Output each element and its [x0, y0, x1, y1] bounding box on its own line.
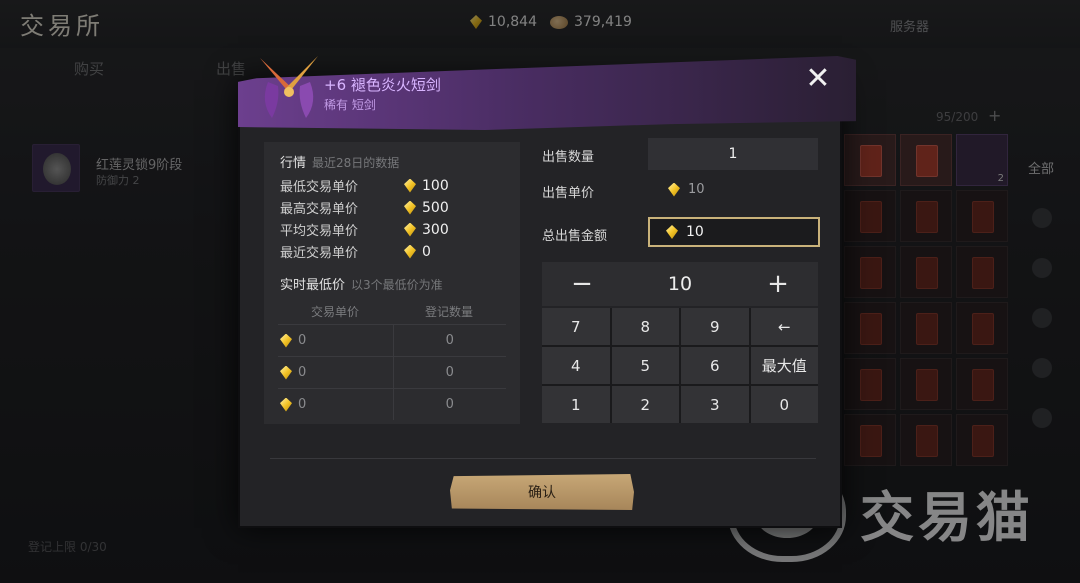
stat-label: 最近交易单价 [280, 246, 359, 261]
gem-icon [668, 182, 680, 197]
gem-icon [404, 222, 416, 237]
row-price: 0 [298, 397, 307, 412]
key-4[interactable]: 4 [542, 347, 610, 384]
gem-icon [280, 333, 292, 348]
sell-dialog: +6 褪色炎火短剑 稀有 短剑 ✕ 行情 最近28日的数据 最低交易单价 100 … [238, 56, 856, 528]
sell-quantity-field[interactable]: 1 [648, 138, 818, 170]
sword-icon [260, 56, 318, 118]
watermark-text: 交易猫 [860, 485, 1034, 549]
market-title: 行情 最近28日的数据 [280, 152, 399, 171]
gem-icon [404, 244, 416, 259]
gem-icon [280, 365, 292, 380]
stat-value: 100 [422, 177, 449, 194]
stat-min-price: 最低交易单价 100 [280, 176, 449, 196]
total-price-label: 总出售金额 [542, 229, 608, 244]
total-price-amount: 10 [686, 224, 704, 240]
market-panel: 行情 最近28日的数据 最低交易单价 100 最高交易单价 500 平均交易单价 … [264, 142, 520, 424]
realtime-title-label: 实时最低价 [280, 278, 346, 293]
lowest-price-table: 交易单价 登记数量 0 0 0 0 0 0 [278, 298, 506, 420]
market-title-label: 行情 [280, 156, 307, 171]
realtime-title: 实时最低价 以3个最低价为准 [280, 274, 443, 293]
minus-button[interactable]: − [542, 262, 622, 306]
stat-avg-price: 平均交易单价 300 [280, 220, 449, 240]
unit-price-label: 出售单价 [542, 186, 595, 201]
row-qty: 0 [445, 397, 454, 412]
item-name: +6 褪色炎火短剑 [324, 76, 441, 94]
sell-quantity-label: 出售数量 [542, 150, 595, 165]
stat-label: 最高交易单价 [280, 202, 359, 217]
keypad-value: 10 [667, 273, 693, 295]
key-3[interactable]: 3 [681, 386, 749, 423]
numeric-keypad: − 10 + 7 8 9 ← 4 5 6 最大值 1 2 3 0 [542, 262, 818, 423]
unit-price-value: 10 [668, 182, 705, 197]
row-price: 0 [298, 333, 307, 348]
keypad-stepper: − 10 + [542, 262, 818, 306]
gem-icon [280, 397, 292, 412]
gem-icon [666, 225, 678, 239]
realtime-hint: 以3个最低价为准 [351, 278, 443, 292]
table-row: 0 0 [278, 356, 506, 388]
column-header-qty: 登记数量 [424, 304, 473, 319]
stat-max-price: 最高交易单价 500 [280, 198, 449, 218]
stat-value: 0 [422, 243, 431, 260]
key-5[interactable]: 5 [611, 347, 679, 384]
gem-icon [404, 200, 416, 215]
key-6[interactable]: 6 [681, 347, 749, 384]
stat-value: 500 [422, 199, 449, 216]
key-8[interactable]: 8 [611, 308, 679, 345]
stat-label: 最低交易单价 [280, 180, 359, 195]
key-2[interactable]: 2 [611, 386, 679, 423]
column-header-price: 交易单价 [310, 304, 359, 319]
total-price-field[interactable]: 10 [648, 217, 820, 247]
row-qty: 0 [445, 333, 454, 348]
plus-button[interactable]: + [738, 262, 818, 306]
key-1[interactable]: 1 [542, 386, 610, 423]
table-row: 0 0 [278, 324, 506, 356]
backspace-button[interactable]: ← [750, 308, 818, 345]
key-9[interactable]: 9 [681, 308, 749, 345]
confirm-button[interactable]: 确认 [450, 474, 634, 510]
key-7[interactable]: 7 [542, 308, 610, 345]
stat-label: 平均交易单价 [280, 224, 359, 239]
max-value-button[interactable]: 最大值 [750, 347, 818, 384]
unit-price-amount: 10 [688, 182, 705, 197]
stat-recent-price: 最近交易单价 0 [280, 242, 431, 262]
table-header: 交易单价 登记数量 [278, 298, 506, 324]
close-icon[interactable]: ✕ [804, 64, 832, 94]
market-hint: 最近28日的数据 [312, 156, 400, 170]
keypad-grid: 7 8 9 ← 4 5 6 最大值 1 2 3 0 [542, 308, 818, 423]
row-price: 0 [298, 365, 307, 380]
table-row: 0 0 [278, 388, 506, 420]
gem-icon [404, 178, 416, 193]
divider [270, 458, 816, 459]
row-qty: 0 [445, 365, 454, 380]
item-rarity-type: 稀有 短剑 [324, 98, 376, 112]
key-0[interactable]: 0 [750, 386, 818, 423]
stat-value: 300 [422, 221, 449, 238]
